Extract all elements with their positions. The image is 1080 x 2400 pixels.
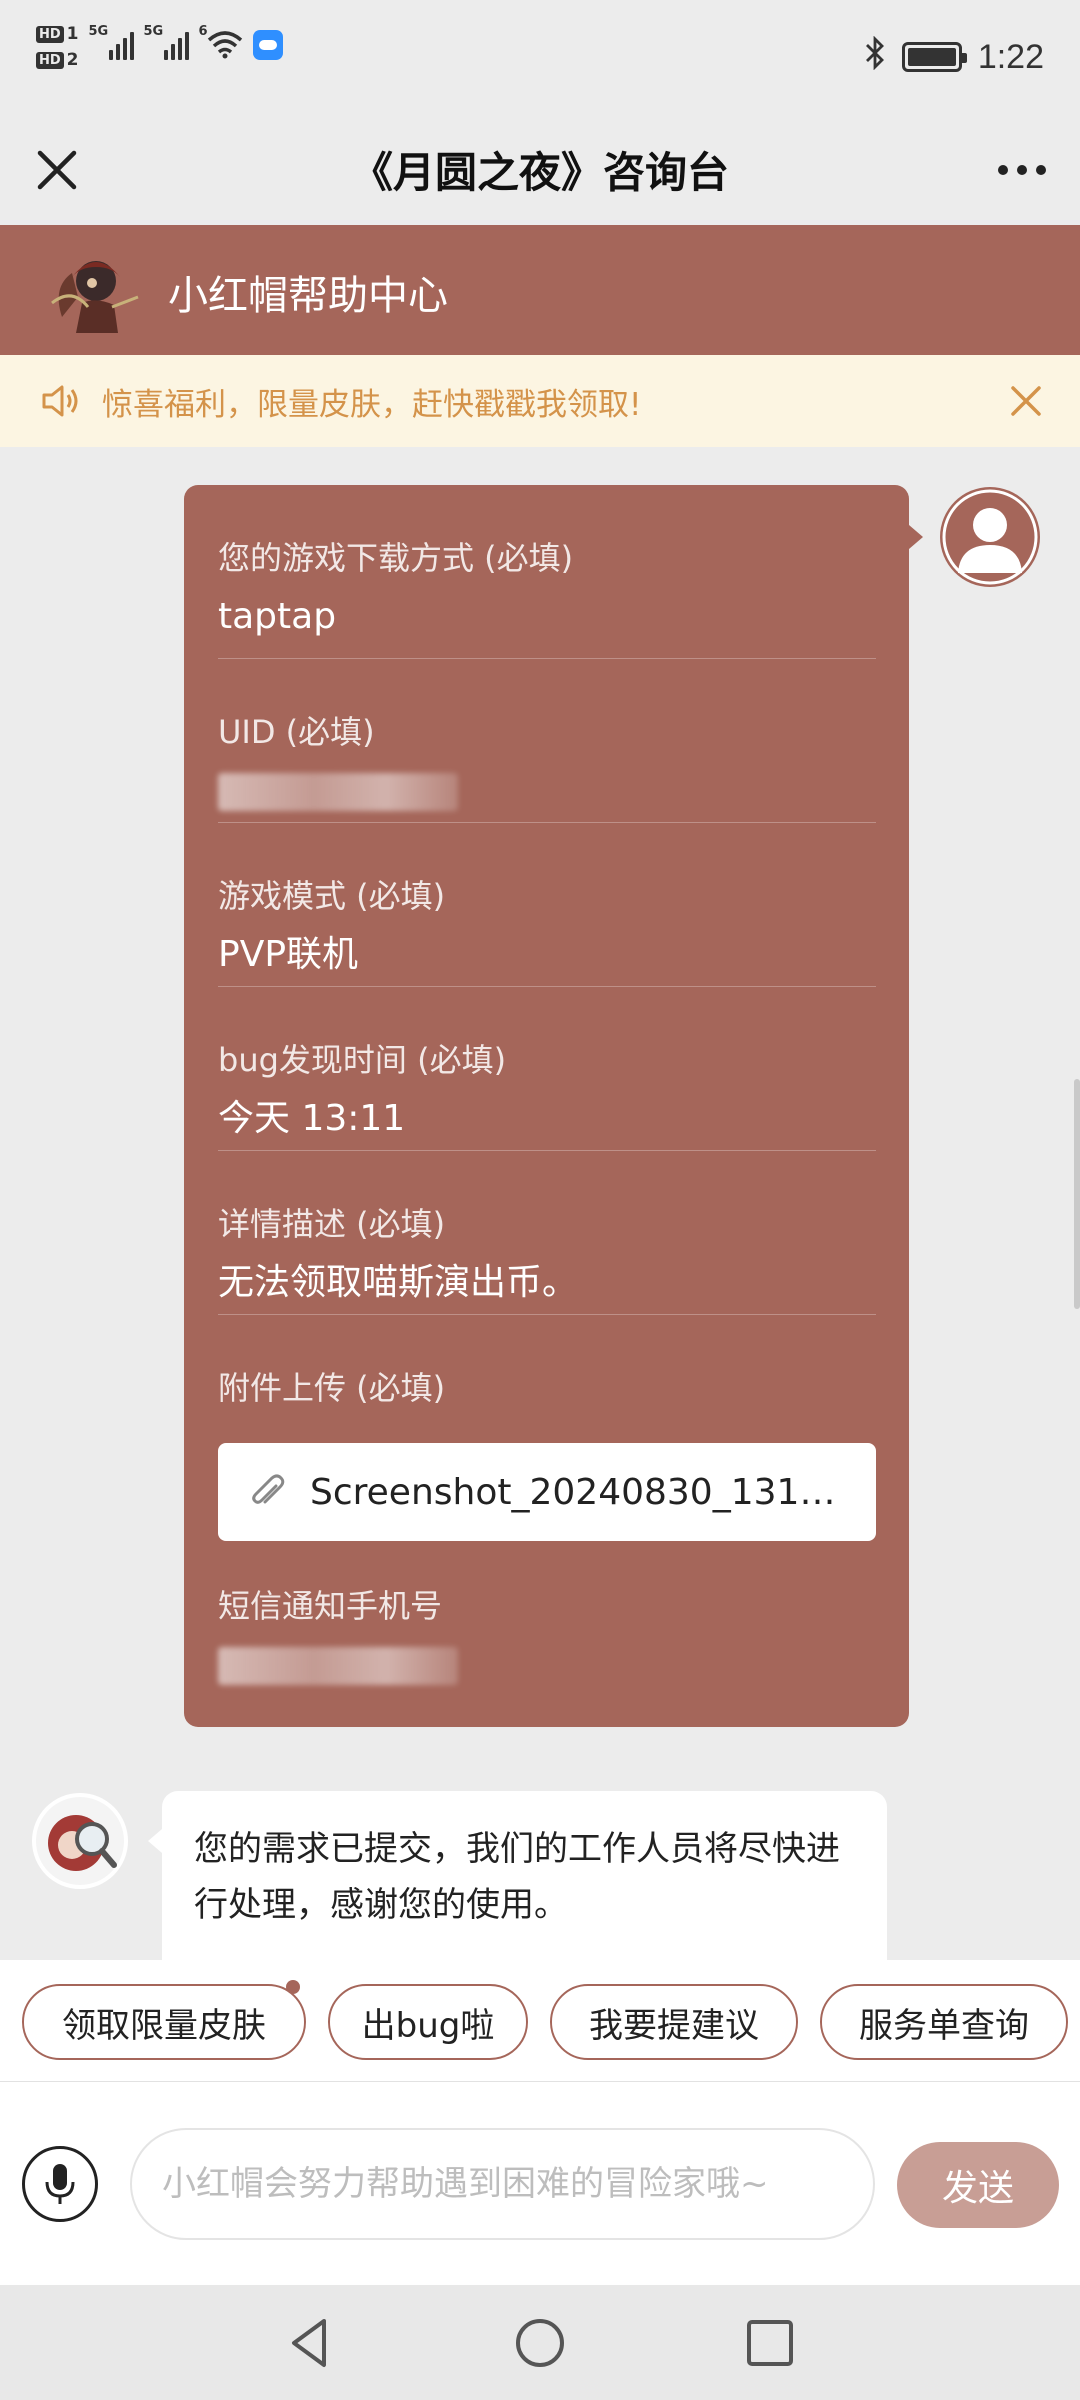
signal-icon-2: 5G <box>144 24 189 60</box>
sim2-indicator: HD 2 <box>36 50 79 70</box>
redacted-uid <box>218 773 458 811</box>
little-red-riding-hood-logo <box>42 247 150 335</box>
home-icon[interactable] <box>510 2313 570 2373</box>
signal-icon: 5G <box>89 24 134 60</box>
help-center-header: 小红帽帮助中心 <box>0 225 1080 355</box>
quick-reply-label: 服务单查询 <box>859 2005 1029 2046</box>
quick-reply-suggest[interactable]: 我要提建议 <box>550 1984 798 2060</box>
field-label: 短信通知手机号 <box>218 1587 443 1625</box>
new-badge <box>286 1980 300 1994</box>
bot-message-text: 您的需求已提交，我们的工作人员将尽快进行处理，感谢您的使用。 <box>194 1829 840 1925</box>
status-bar: HD 1 HD 2 5G 5G 6 1:22 <box>0 0 1080 115</box>
field-label: 游戏模式 (必填) <box>218 877 446 915</box>
bot-avatar[interactable] <box>32 1793 128 1889</box>
speaker-icon <box>40 383 80 419</box>
attachment-filename: Screenshot_20240830_131032.jpg <box>310 1471 850 1513</box>
field-value: 无法领取喵斯演出币。 <box>218 1262 579 1303</box>
network-type-2: 5G <box>143 24 164 39</box>
quick-reply-label: 出bug啦 <box>361 2005 495 2046</box>
quick-reply-label: 领取限量皮肤 <box>62 2005 266 2046</box>
quick-replies: 领取限量皮肤 出bug啦 我要提建议 服务单查询 <box>0 1960 1080 2082</box>
field-value: 今天 13:11 <box>218 1098 406 1139</box>
bluetooth-icon <box>864 35 886 78</box>
field-label: bug发现时间 (必填) <box>218 1041 507 1079</box>
system-navigation-bar <box>0 2285 1080 2400</box>
sim2-hd: HD <box>36 51 64 69</box>
more-icon[interactable] <box>990 141 1054 199</box>
send-button[interactable]: 发送 <box>897 2142 1059 2228</box>
form-field-description: 详情描述 (必填) 无法领取喵斯演出币。 <box>218 1151 876 1315</box>
paperclip-icon <box>248 1472 288 1512</box>
battery-icon <box>901 42 967 72</box>
network-type-1: 5G <box>88 24 109 39</box>
form-field-attachment: 附件上传 (必填) Screenshot_20240830_131032.jpg <box>218 1315 876 1541</box>
status-right: 1:22 <box>864 35 1044 78</box>
quick-reply-label: 我要提建议 <box>589 2005 759 2046</box>
field-label: UID (必填) <box>218 713 375 751</box>
field-value: PVP联机 <box>218 934 359 975</box>
page-title: 《月圆之夜》咨询台 <box>350 148 729 197</box>
wifi-icon: 6 <box>199 24 243 60</box>
form-field-phone: 短信通知手机号 <box>218 1533 876 1727</box>
chat-area[interactable]: 您的游戏下载方式 (必填) taptap UID (必填) 游戏模式 (必填) … <box>0 447 1080 1960</box>
message-input[interactable] <box>130 2128 875 2240</box>
user-avatar[interactable] <box>940 487 1040 587</box>
scrollbar[interactable] <box>1074 1079 1080 1309</box>
nav-bar: 《月圆之夜》咨询台 <box>0 115 1080 225</box>
attachment-file[interactable]: Screenshot_20240830_131032.jpg <box>218 1443 876 1541</box>
status-left: HD 1 HD 2 5G 5G 6 <box>36 24 283 70</box>
back-icon[interactable] <box>280 2313 340 2373</box>
form-field-uid: UID (必填) <box>218 659 876 823</box>
wifi-generation: 6 <box>198 24 208 39</box>
recent-apps-icon[interactable] <box>740 2313 800 2373</box>
sim-indicators: HD 1 HD 2 <box>36 24 79 70</box>
quick-reply-query[interactable]: 服务单查询 <box>820 1984 1068 2060</box>
redacted-phone <box>218 1647 458 1685</box>
sim1-hd: HD <box>36 25 64 43</box>
input-bar: 发送 <box>0 2082 1080 2285</box>
weather-icon <box>252 30 283 60</box>
promo-notice[interactable]: 惊喜福利，限量皮肤，赶快戳戳我领取! <box>0 355 1080 447</box>
form-field-download: 您的游戏下载方式 (必填) taptap <box>218 485 876 659</box>
field-value: taptap <box>218 596 337 637</box>
status-time: 1:22 <box>977 37 1044 76</box>
field-label: 详情描述 (必填) <box>218 1205 446 1243</box>
field-label: 附件上传 (必填) <box>218 1369 446 1407</box>
notice-close-icon[interactable] <box>1008 383 1044 419</box>
sim1-indicator: HD 1 <box>36 24 79 44</box>
field-label: 您的游戏下载方式 (必填) <box>218 539 574 577</box>
submitted-form-message: 您的游戏下载方式 (必填) taptap UID (必填) 游戏模式 (必填) … <box>184 485 923 1727</box>
bot-message: 您的需求已提交，我们的工作人员将尽快进行处理，感谢您的使用。 <box>148 1791 887 1960</box>
form-field-bug-time: bug发现时间 (必填) 今天 13:11 <box>218 987 876 1151</box>
header-title: 小红帽帮助中心 <box>168 273 448 319</box>
notice-text[interactable]: 惊喜福利，限量皮肤，赶快戳戳我领取! <box>102 379 641 424</box>
sim1-num: 1 <box>66 24 79 44</box>
sim2-num: 2 <box>66 50 79 70</box>
quick-reply-bug[interactable]: 出bug啦 <box>328 1984 528 2060</box>
quick-reply-skin[interactable]: 领取限量皮肤 <box>22 1980 306 2060</box>
microphone-icon[interactable] <box>22 2146 98 2222</box>
form-field-mode: 游戏模式 (必填) PVP联机 <box>218 823 876 987</box>
